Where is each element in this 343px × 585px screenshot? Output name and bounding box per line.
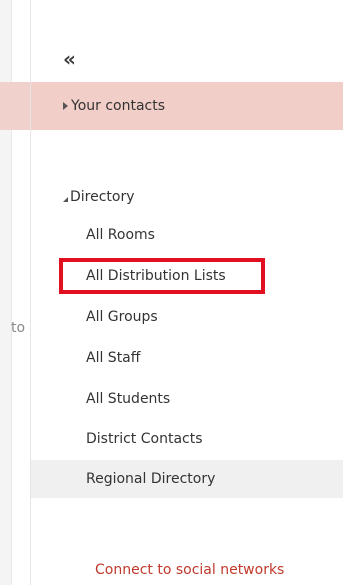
connect-social-networks-link[interactable]: Connect to social networks bbox=[95, 562, 284, 578]
directory-item-all-staff[interactable]: All Staff bbox=[31, 339, 343, 377]
directory-item-label: All Rooms bbox=[86, 227, 155, 243]
directory-item-district-contacts[interactable]: District Contacts bbox=[31, 420, 343, 458]
caret-down-icon bbox=[63, 196, 68, 202]
left-pane: to bbox=[0, 0, 30, 585]
contacts-panel: « Your contacts Directory All Rooms All … bbox=[31, 0, 343, 585]
directory-item-all-distribution-lists[interactable]: All Distribution Lists bbox=[31, 257, 343, 295]
directory-item-all-students[interactable]: All Students bbox=[31, 380, 343, 418]
directory-item-label: All Students bbox=[86, 391, 171, 407]
directory-item-label: All Groups bbox=[86, 309, 158, 325]
directory-header[interactable]: Directory bbox=[63, 186, 135, 208]
directory-label: Directory bbox=[70, 189, 135, 205]
directory-item-all-groups[interactable]: All Groups bbox=[31, 298, 343, 336]
collapse-panel-button[interactable]: « bbox=[63, 48, 87, 70]
directory-item-label: All Distribution Lists bbox=[86, 268, 226, 284]
your-contacts-item[interactable]: Your contacts bbox=[31, 82, 343, 130]
directory-item-label: District Contacts bbox=[86, 431, 203, 447]
your-contacts-label: Your contacts bbox=[71, 98, 166, 114]
directory-item-all-rooms[interactable]: All Rooms bbox=[31, 216, 343, 254]
directory-item-label: All Staff bbox=[86, 350, 141, 366]
double-chevron-left-icon: « bbox=[63, 47, 76, 71]
left-pane-partial-text: to bbox=[11, 320, 26, 336]
left-pane-highlight bbox=[0, 82, 30, 130]
caret-right-icon bbox=[63, 102, 68, 110]
directory-item-regional-directory[interactable]: Regional Directory bbox=[31, 460, 343, 498]
directory-item-label: Regional Directory bbox=[86, 471, 216, 487]
